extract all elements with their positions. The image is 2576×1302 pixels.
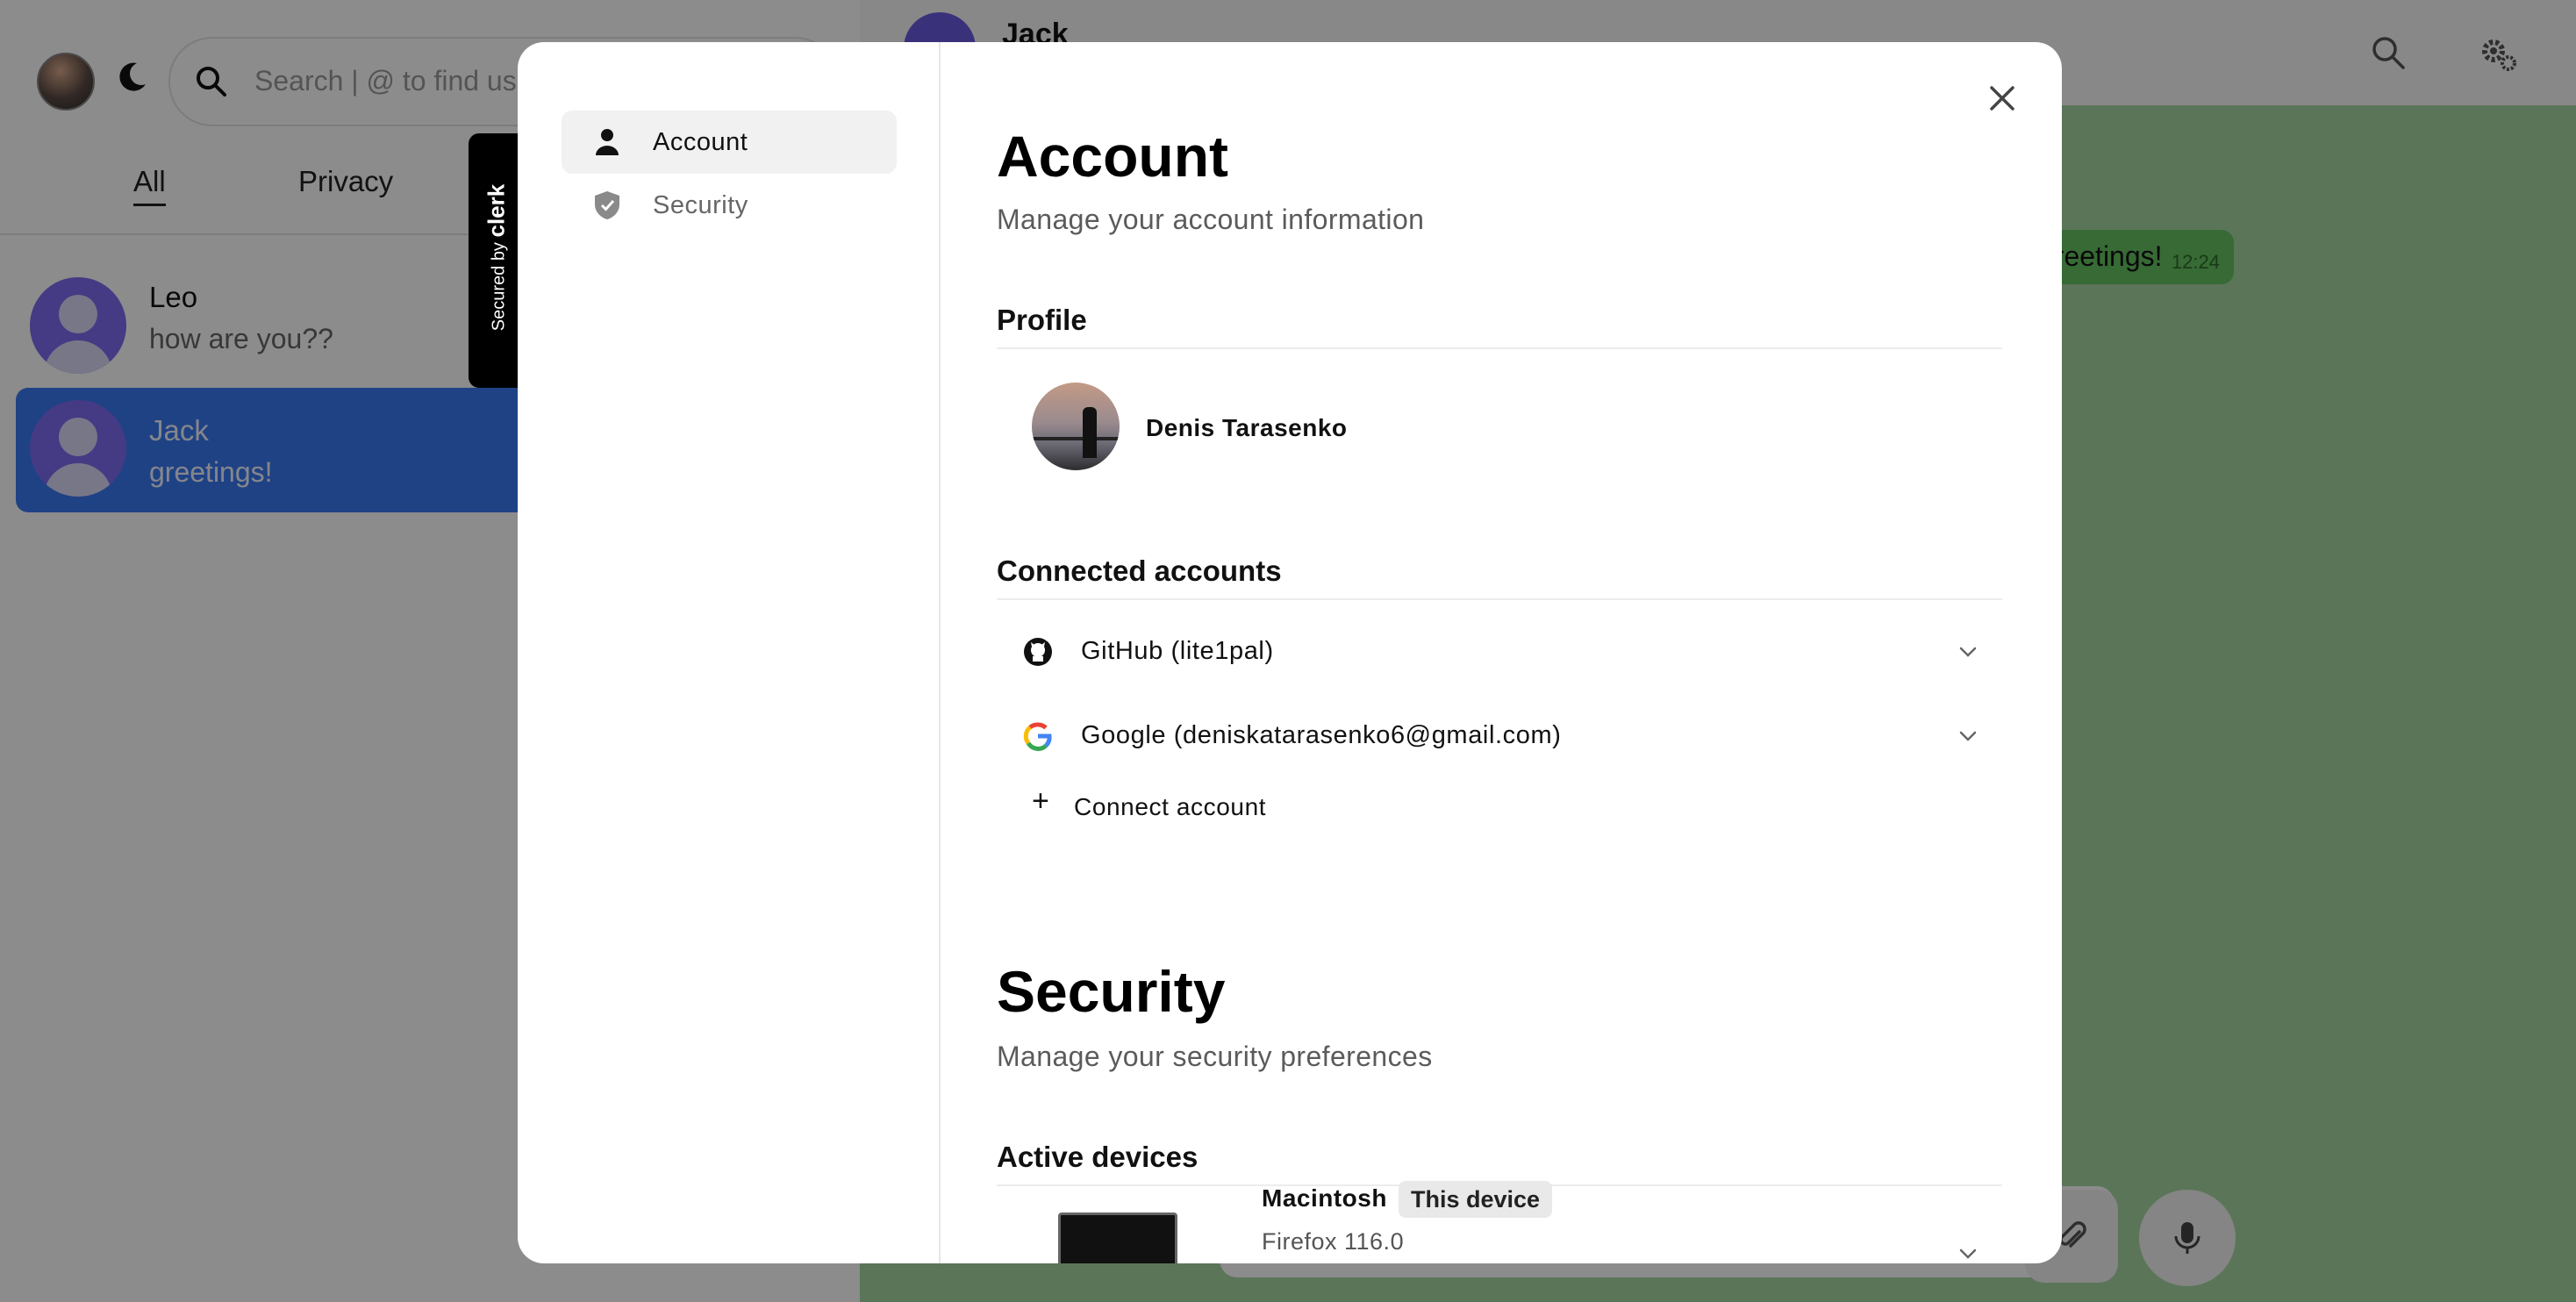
- nav-item-label: Security: [653, 191, 748, 219]
- clerk-badge-prefix: Secured by: [489, 242, 509, 332]
- device-name: Macintosh: [1262, 1184, 1387, 1212]
- chevron-down-icon[interactable]: [1957, 640, 1979, 663]
- user-profile-modal: Account Security Account Manage your acc…: [518, 42, 2062, 1263]
- active-devices-heading: Active devices: [997, 1141, 1199, 1173]
- google-icon: [1023, 722, 1052, 751]
- security-subtitle: Manage your security preferences: [997, 1041, 1433, 1072]
- account-title: Account: [997, 124, 1228, 189]
- profile-name[interactable]: Denis Tarasenko: [1146, 414, 1348, 442]
- divider: [997, 347, 2002, 349]
- this-device-badge: This device: [1399, 1181, 1553, 1218]
- clerk-badge: Secured by clerk: [469, 133, 523, 388]
- security-title: Security: [997, 959, 1226, 1024]
- connected-account-label: GitHub (lite1pal): [1081, 637, 1274, 665]
- connected-account-label: Google (deniskatarasenko6@gmail.com): [1081, 721, 1562, 749]
- device-browser: Firefox 116.0: [1262, 1228, 1405, 1255]
- clerk-logo: clerk: [483, 183, 510, 238]
- connected-accounts-heading: Connected accounts: [997, 554, 1282, 587]
- profile-heading: Profile: [997, 304, 1087, 336]
- shield-icon: [595, 191, 619, 219]
- divider: [997, 598, 2002, 600]
- nav-item-security[interactable]: Security: [562, 174, 897, 237]
- connected-account-google[interactable]: Google (deniskatarasenko6@gmail.com): [997, 697, 2002, 776]
- connect-account-label: Connect account: [1074, 793, 1267, 820]
- modal-content: Account Manage your account information …: [997, 42, 2014, 1263]
- plus-icon: +: [1032, 784, 1049, 818]
- profile-avatar[interactable]: [1032, 383, 1120, 470]
- laptop-icon: [1058, 1213, 1177, 1263]
- chevron-down-icon[interactable]: [1957, 725, 1979, 748]
- person-icon: [596, 129, 619, 155]
- modal-sidebar: Account Security: [518, 42, 941, 1263]
- chevron-down-icon[interactable]: [1957, 1242, 1979, 1263]
- nav-item-label: Account: [653, 128, 748, 156]
- nav-item-account[interactable]: Account: [562, 111, 897, 174]
- github-icon: [1024, 638, 1052, 666]
- connected-account-github[interactable]: GitHub (lite1pal): [997, 612, 2002, 691]
- connect-account-button[interactable]: + Connect account: [997, 781, 1348, 833]
- account-subtitle: Manage your account information: [997, 204, 1425, 235]
